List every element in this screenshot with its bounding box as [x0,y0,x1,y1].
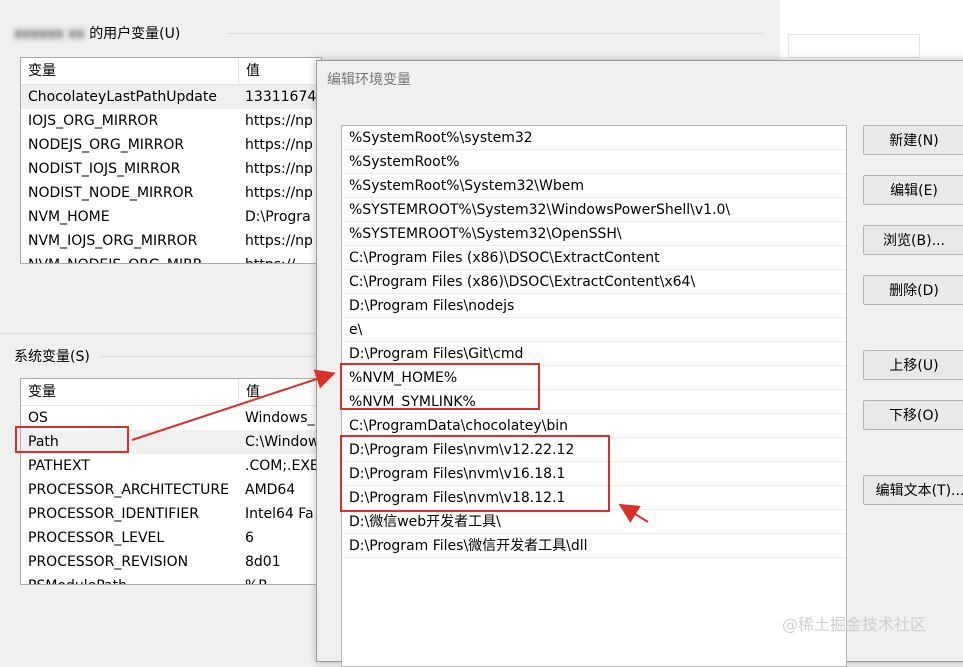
annotation-arrows [131,369,649,523]
arrow-to-versions [618,503,649,523]
watermark: @稀土掘金技术社区 [782,611,926,635]
watermark-text: @稀土掘金技术社区 [782,615,927,634]
arrow-path-to-nvm [131,369,336,441]
